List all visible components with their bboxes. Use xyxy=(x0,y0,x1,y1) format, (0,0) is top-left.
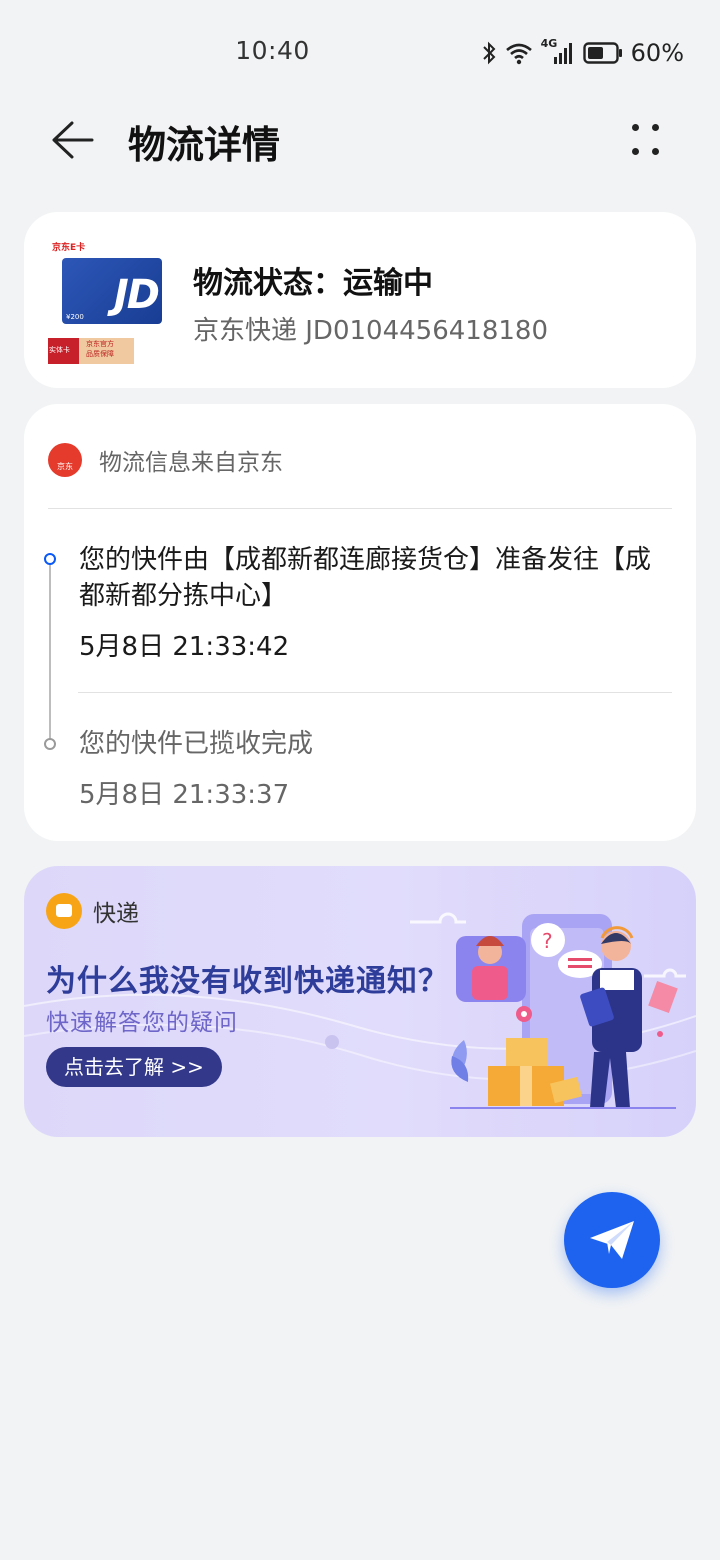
tracking-source-text: 物流信息来自京东 xyxy=(99,450,283,476)
wifi-icon xyxy=(505,43,532,65)
jd-logo-label: 京东 xyxy=(57,462,73,471)
product-ribbon: 实体卡 京东官方 品质保障 xyxy=(48,338,134,364)
promo-title: 为什么我没有收到快递通知？ xyxy=(46,964,449,999)
status-icons: 4G 60% xyxy=(481,36,684,70)
jd-logo-icon: 京东 xyxy=(48,443,82,477)
divider xyxy=(78,692,672,693)
signal-icon: 4G xyxy=(541,37,575,66)
promo-banner[interactable]: 快递 为什么我没有收到快递通知？ 快速解答您的疑问 点击去了解 >> ? xyxy=(24,866,696,1137)
battery-percent: 60% xyxy=(630,39,684,67)
battery-icon xyxy=(582,42,622,64)
send-button[interactable] xyxy=(564,1192,660,1288)
page-title: 物流详情 xyxy=(128,123,281,167)
svg-text:?: ? xyxy=(542,929,553,953)
package-icon xyxy=(46,893,82,929)
courier-illustration: ? xyxy=(450,914,678,1109)
top-bar: 物流详情 xyxy=(0,104,720,176)
status-bar: 10:40 4G 60% xyxy=(0,0,720,106)
timeline-line xyxy=(49,560,51,744)
shipment-status-card[interactable]: 京东E卡 JD ¥200 实体卡 京东官方 品质保障 物流状态：运输中 京东快递… xyxy=(24,212,696,388)
back-button[interactable] xyxy=(44,116,100,164)
bluetooth-icon xyxy=(482,41,496,65)
promo-label-row: 快递 xyxy=(46,893,139,929)
product-image-label: 京东E卡 xyxy=(52,243,86,253)
ribbon-left-text: 实体卡 xyxy=(49,346,70,354)
more-dots-icon xyxy=(632,124,639,131)
tracking-event-text: 您的快件已揽收完成 xyxy=(79,729,314,759)
promo-subtitle: 快速解答您的疑问 xyxy=(46,1010,238,1036)
more-button[interactable] xyxy=(628,118,676,166)
gift-card-price: ¥200 xyxy=(66,313,84,321)
send-icon xyxy=(590,1221,634,1259)
timeline-dot-active xyxy=(44,553,56,565)
tracking-event-time: 5月8日 21:33:37 xyxy=(79,780,290,810)
ribbon-right-text-2: 品质保障 xyxy=(86,350,114,358)
promo-label: 快递 xyxy=(93,901,139,927)
shipment-status: 物流状态：运输中 xyxy=(193,266,433,301)
gift-card-face: JD ¥200 xyxy=(62,258,162,324)
timeline-dot xyxy=(44,738,56,750)
arrow-left-icon xyxy=(52,121,94,159)
jd-logo-text: JD xyxy=(113,272,160,318)
learn-more-button[interactable]: 点击去了解 >> xyxy=(46,1047,222,1087)
tracking-event-text: 您的快件由【成都新都连廊接货仓】准备发往【成都新都分拣中心】 xyxy=(79,545,652,611)
ribbon-right-text-1: 京东官方 xyxy=(86,340,114,348)
product-image: 京东E卡 JD ¥200 实体卡 京东官方 品质保障 xyxy=(48,240,166,366)
tracking-number: 京东快递 JD0104456418180 xyxy=(193,316,548,346)
tracking-source: 京东 物流信息来自京东 xyxy=(48,442,283,478)
tracking-card: 京东 物流信息来自京东 您的快件由【成都新都连廊接货仓】准备发往【成都新都分拣中… xyxy=(24,404,696,841)
divider xyxy=(48,508,672,509)
status-time: 10:40 xyxy=(235,36,310,65)
tracking-event-time: 5月8日 21:33:42 xyxy=(79,632,290,662)
